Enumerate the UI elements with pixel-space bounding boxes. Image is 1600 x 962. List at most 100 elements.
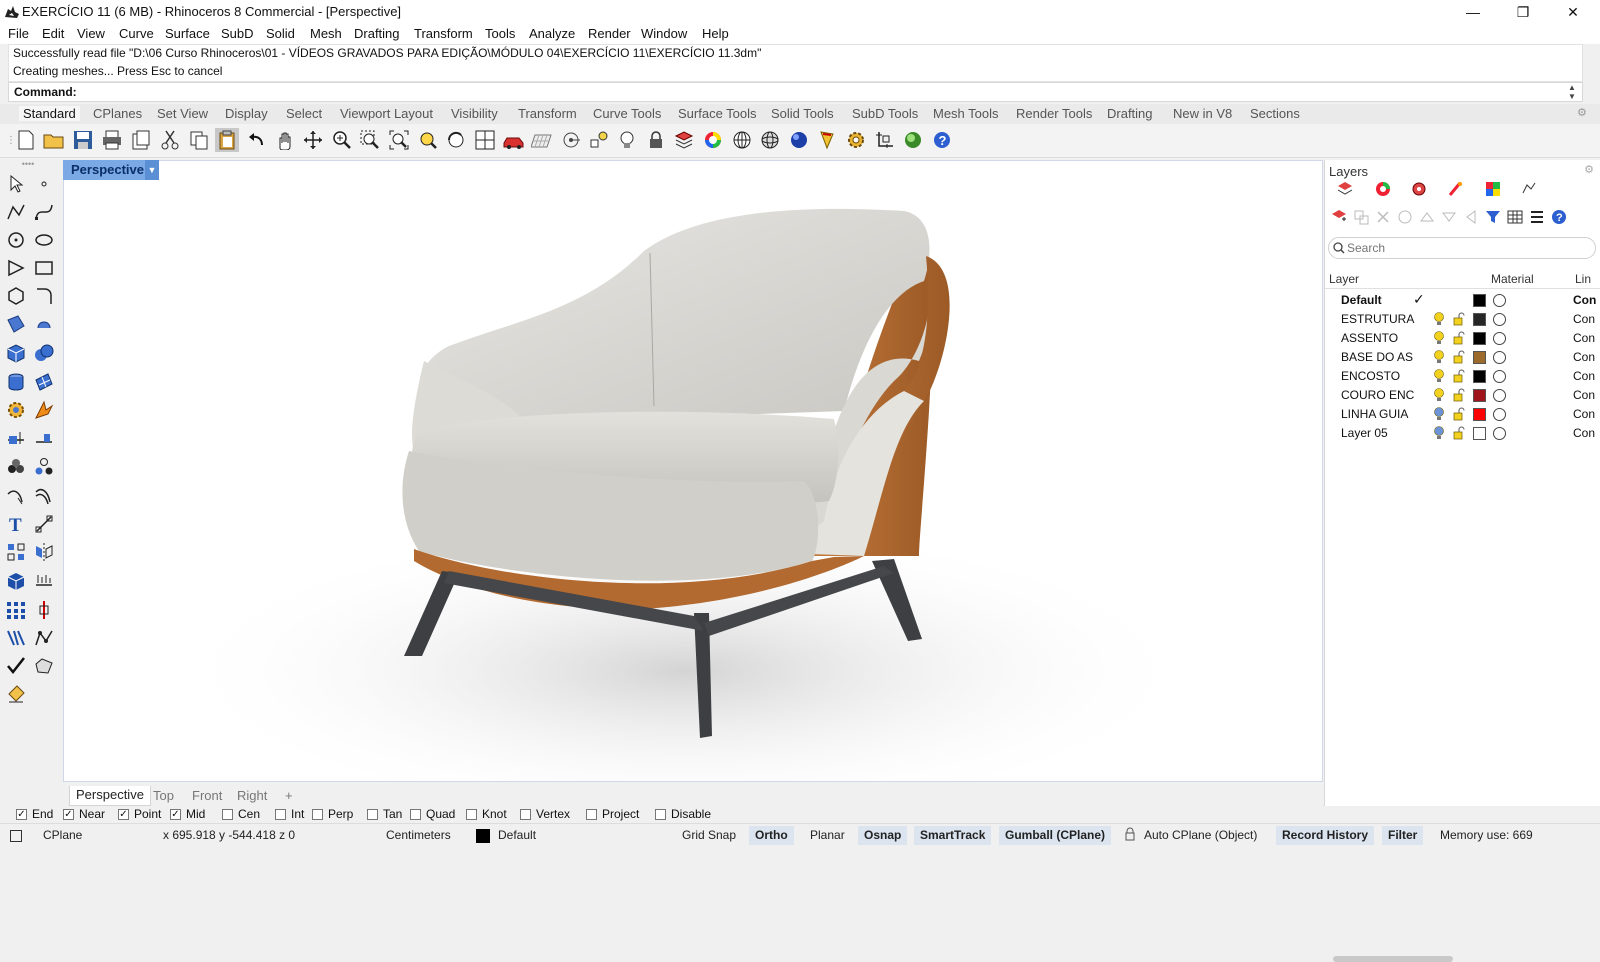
undo-icon[interactable] <box>244 128 268 152</box>
rotate-view-icon[interactable] <box>301 128 325 152</box>
new-sublayer-icon[interactable] <box>1351 207 1371 227</box>
snap-point-icon[interactable] <box>559 128 583 152</box>
menu-subd[interactable]: SubD <box>221 26 254 41</box>
osnap-checkbox[interactable]: ✓ <box>16 808 27 820</box>
layer-material-icon[interactable] <box>1493 294 1506 307</box>
ortho-toggle[interactable]: Ortho <box>749 826 794 845</box>
layer-row[interactable]: ENCOSTO Con <box>1325 367 1600 386</box>
textures-tab-icon[interactable] <box>1445 179 1465 199</box>
checkmark-icon[interactable] <box>4 654 28 678</box>
page-layout-icon[interactable] <box>129 128 153 152</box>
surface-corners-icon[interactable] <box>4 312 28 336</box>
dimension-icon[interactable] <box>32 512 56 536</box>
osnap-perp[interactable]: Perp <box>312 807 353 821</box>
zoom-window-icon[interactable] <box>358 128 382 152</box>
osnap-int[interactable]: Int <box>275 807 304 821</box>
offset-curve-icon[interactable] <box>4 484 28 508</box>
gear-transform-icon[interactable] <box>4 398 28 422</box>
layer-color-swatch[interactable] <box>1473 351 1486 364</box>
restore-button[interactable]: ❐ <box>1500 0 1546 24</box>
viewport-tab-top[interactable]: Top <box>153 788 174 803</box>
options-gear-icon[interactable] <box>844 128 868 152</box>
move-parent-icon[interactable] <box>1461 207 1481 227</box>
filter-toggle[interactable]: Filter <box>1382 826 1424 845</box>
layer-material-icon[interactable] <box>1493 427 1506 440</box>
menu-analyze[interactable]: Analyze <box>529 26 575 41</box>
shaded-sphere-icon[interactable] <box>730 128 754 152</box>
layer-visible-bulb-icon[interactable] <box>1433 426 1445 444</box>
layer-row[interactable]: ASSENTO Con <box>1325 329 1600 348</box>
group-icon[interactable] <box>4 455 28 479</box>
tab-select[interactable]: Select <box>286 106 322 121</box>
zoom-selected-icon[interactable] <box>416 128 440 152</box>
menu-file[interactable]: File <box>8 26 29 41</box>
rectangle-icon[interactable] <box>32 256 56 280</box>
mesh-icon[interactable] <box>32 370 56 394</box>
gumball-toggle[interactable]: Gumball (CPlane) <box>999 826 1112 845</box>
osnap-checkbox[interactable] <box>275 808 286 820</box>
point-icon[interactable] <box>32 172 56 196</box>
osnap-checkbox[interactable] <box>655 808 666 820</box>
tab-set-view[interactable]: Set View <box>157 106 208 121</box>
polyline-icon[interactable] <box>4 200 28 224</box>
paste-icon[interactable] <box>215 128 239 152</box>
osnap-vertex[interactable]: Vertex <box>520 807 570 821</box>
layer-visible-bulb-icon[interactable] <box>1433 331 1445 349</box>
save-icon[interactable] <box>71 128 95 152</box>
tab-surface-tools[interactable]: Surface Tools <box>678 106 757 121</box>
command-history[interactable]: Successfully read file "D:\06 Curso Rhin… <box>8 44 1583 82</box>
layer-name[interactable]: ESTRUTURA <box>1341 312 1431 326</box>
ungroup-icon[interactable] <box>32 455 56 479</box>
menu-curve[interactable]: Curve <box>119 26 154 41</box>
panel-gear-icon[interactable]: ⚙ <box>1577 106 1587 119</box>
osnap-checkbox[interactable]: ✓ <box>63 808 74 820</box>
filter-icon[interactable] <box>1483 207 1503 227</box>
layer-row[interactable]: Layer 05 Con <box>1325 424 1600 443</box>
lights-tab-icon[interactable] <box>1519 179 1539 199</box>
tab-transform[interactable]: Transform <box>518 106 577 121</box>
perspective-viewport[interactable] <box>63 160 1323 782</box>
layer-visible-bulb-icon[interactable] <box>1433 369 1445 387</box>
new-file-icon[interactable] <box>14 128 38 152</box>
osnap-checkbox[interactable] <box>222 808 233 820</box>
split-icon[interactable] <box>32 426 56 450</box>
help-icon[interactable]: ? <box>930 128 954 152</box>
layer-row[interactable]: ESTRUTURA Con <box>1325 310 1600 329</box>
osnap-checkbox[interactable] <box>466 808 477 820</box>
osnap-checkbox[interactable]: ✓ <box>118 808 129 820</box>
osnap-checkbox[interactable]: ✓ <box>170 808 181 820</box>
gumball-icon[interactable] <box>873 128 897 152</box>
command-scroll-arrows-icon[interactable]: ▲ ▼ <box>1568 83 1580 101</box>
menu-view[interactable]: View <box>77 26 105 41</box>
layers-icon[interactable] <box>672 128 696 152</box>
layer-name[interactable]: BASE DO AS <box>1341 350 1431 364</box>
osnap-checkbox[interactable] <box>586 808 597 820</box>
tab-new-in-v8[interactable]: New in V8 <box>1173 106 1232 121</box>
zebra-analysis-icon[interactable] <box>32 626 56 650</box>
menu-drafting[interactable]: Drafting <box>354 26 400 41</box>
shapes-icon[interactable] <box>32 654 56 678</box>
layer-row[interactable]: BASE DO AS Con <box>1325 348 1600 367</box>
layer-visible-bulb-icon[interactable] <box>1433 388 1445 406</box>
layer-search-box[interactable] <box>1328 237 1596 259</box>
layer-help-icon[interactable]: ? <box>1549 207 1569 227</box>
revolve-icon[interactable] <box>32 312 56 336</box>
layer-name[interactable]: Layer 05 <box>1341 426 1431 440</box>
menu-mesh[interactable]: Mesh <box>310 26 342 41</box>
smarttrack-toggle[interactable]: SmartTrack <box>914 826 992 845</box>
layer-material-icon[interactable] <box>1493 389 1506 402</box>
menu-solid[interactable]: Solid <box>266 26 295 41</box>
tab-visibility[interactable]: Visibility <box>451 106 498 121</box>
record-history-toggle[interactable]: Record History <box>1276 826 1375 845</box>
text-icon[interactable]: T <box>4 512 28 536</box>
layer-hand-icon[interactable] <box>1395 207 1415 227</box>
layer-linetype[interactable]: Con <box>1573 407 1600 421</box>
tab-cplanes[interactable]: CPlanes <box>93 106 142 121</box>
osnap-checkbox[interactable] <box>410 808 421 820</box>
osnap-toggle[interactable]: Osnap <box>858 826 908 845</box>
paint-bucket-icon[interactable] <box>4 682 28 706</box>
open-folder-icon[interactable] <box>42 128 66 152</box>
columns-icon[interactable] <box>1505 207 1525 227</box>
layer-row[interactable]: COURO ENC Con <box>1325 386 1600 405</box>
grid-snap-toggle[interactable]: Grid Snap <box>676 826 742 845</box>
